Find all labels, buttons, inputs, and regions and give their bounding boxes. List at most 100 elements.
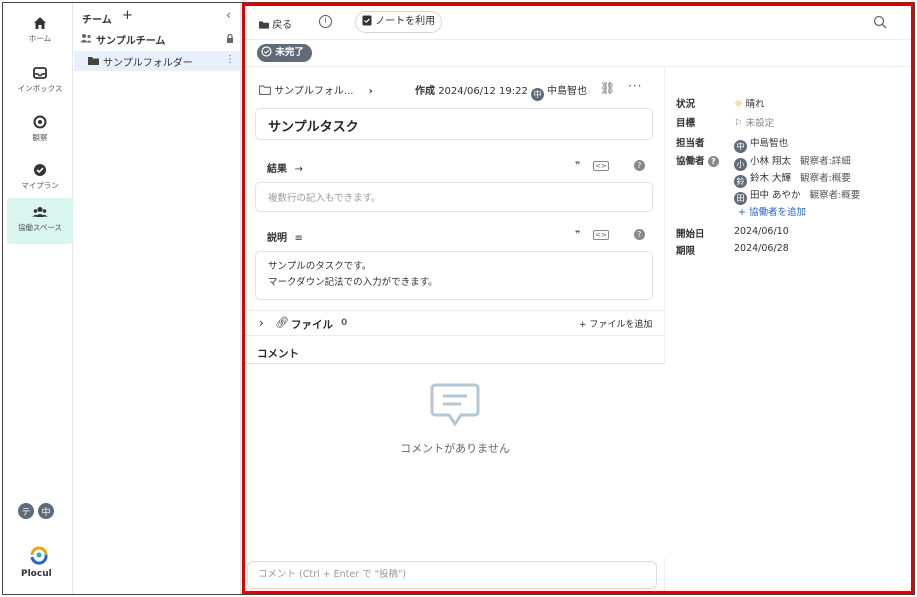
assignee-name: 中島智也 — [750, 138, 789, 149]
created-at: 2024/06/12 19:22 — [438, 86, 528, 97]
comment-input[interactable]: コメント (Ctrl + Enter で "投稿") — [247, 561, 657, 589]
avatar: 中 — [734, 140, 747, 153]
team-name: サンプルチーム — [96, 36, 166, 47]
team-header: チーム — [82, 15, 112, 26]
status-label: 未完了 — [275, 47, 304, 58]
quote-icon[interactable]: ❞ — [575, 161, 580, 171]
nav-myplan-label: マイプラン — [21, 181, 59, 190]
nav-observe-label: 観察 — [32, 133, 48, 142]
nav-inbox[interactable]: インボックス — [7, 59, 73, 105]
add-file-button[interactable]: + ファイルを追加 — [579, 317, 652, 330]
logo-text: Plocul — [21, 569, 52, 579]
task-title[interactable]: サンプルタスク — [255, 108, 653, 140]
check-circle-icon — [34, 164, 46, 176]
code-icon[interactable]: <> — [593, 161, 609, 171]
add-team-button[interactable]: + — [122, 8, 133, 23]
use-note-button[interactable]: ノートを利用 — [355, 11, 443, 33]
nav-myplan[interactable]: マイプラン — [7, 156, 73, 202]
start-prop-label: 開始日 — [676, 229, 705, 240]
info-icon[interactable]: i — [319, 15, 332, 28]
collapse-sidebar-icon[interactable]: ‹ — [226, 8, 231, 22]
desc-line: サンプルのタスクです。 — [268, 261, 372, 272]
result-label: 結果 — [267, 164, 287, 175]
folder-item[interactable]: サンプルフォルダー ⋮ — [74, 51, 240, 71]
comment-icon — [430, 383, 480, 427]
collaborator-row[interactable]: 田田中 あやか 観察者:概要 — [734, 187, 860, 205]
collaborator-row[interactable]: 鈴鈴木 大輝 観察者:概要 — [734, 170, 851, 188]
left-nav: ホーム インボックス 観察 マイプラン 協働スペース テ 中 Plocul — [3, 3, 73, 594]
team-item[interactable]: サンプルチーム — [74, 29, 240, 49]
flag-icon: ⚐ — [734, 118, 743, 129]
nav-home[interactable]: ホーム — [7, 9, 73, 55]
chevron-right-icon: › — [368, 86, 373, 97]
result-field[interactable]: 複数行の記入もできます。 — [255, 182, 653, 212]
note-icon — [362, 15, 372, 26]
add-collaborator-button[interactable]: + 協働者を追加 — [738, 204, 806, 218]
nav-observe[interactable]: 観察 — [7, 108, 73, 154]
logo-icon — [30, 546, 48, 565]
task-content: サンプルフォル... › 作成 2024/06/12 19:22 中中島智也 ⛓… — [245, 68, 665, 591]
help-icon[interactable]: ? — [633, 160, 645, 171]
nav-inbox-label: インボックス — [17, 84, 63, 93]
collaborator-name: 鈴木 大輝 — [750, 173, 792, 184]
check-circle-icon — [261, 46, 272, 57]
goal-prop-label: 目標 — [676, 118, 696, 129]
collaborator-row[interactable]: 小小林 翔太 観察者:詳細 — [734, 153, 851, 171]
team-sidebar: チーム + ‹ サンプルチーム サンプルフォルダー ⋮ — [74, 3, 241, 594]
breadcrumb[interactable]: サンプルフォル... › — [259, 82, 373, 97]
avatar[interactable]: テ — [16, 501, 36, 521]
result-section-label: 結果 → — [267, 160, 303, 175]
link-icon[interactable]: ⛓ — [600, 81, 615, 95]
folder-name: サンプルフォルダー — [103, 58, 193, 69]
chevron-right-icon[interactable]: › — [259, 316, 264, 330]
result-tools: ❞ <> ? — [575, 160, 645, 171]
collaborator-name: 小林 翔太 — [750, 156, 792, 167]
help-icon[interactable]: ? — [707, 156, 719, 167]
collaborator-name: 田中 あやか — [750, 190, 801, 201]
home-icon — [34, 17, 46, 29]
back-label: 戻る — [272, 20, 293, 31]
description-field[interactable]: サンプルのタスクです。 マークダウン記法での入力ができます。 — [255, 251, 653, 300]
desc-label: 説明 — [267, 233, 287, 244]
nav-team-space[interactable]: 協働スペース — [7, 198, 73, 244]
assignee-value[interactable]: 中中島智也 — [734, 135, 788, 153]
quote-icon[interactable]: ❞ — [575, 230, 580, 240]
help-icon[interactable]: ? — [633, 229, 645, 240]
lines-icon: ≡ — [294, 233, 303, 244]
back-button[interactable]: 戻る — [259, 16, 292, 31]
status-prop-label: 状況 — [676, 99, 696, 110]
team-icon — [80, 34, 92, 43]
task-properties: 状況 ☼ 晴れ 目標 ⚐ 未設定 担当者 中中島智也 協働者 ? 小小林 翔太 … — [666, 68, 911, 591]
due-date-value[interactable]: 2024/06/28 — [734, 243, 789, 254]
collaborator-role: 観察者:概要 — [809, 190, 861, 201]
file-section: › 🔗︎ ファイル 0 + ファイルを追加 — [245, 310, 665, 336]
collaborator-role: 観察者:概要 — [800, 173, 851, 184]
code-icon[interactable]: <> — [593, 230, 609, 240]
folder-menu-icon[interactable]: ⋮ — [225, 54, 235, 65]
desc-section-label: 説明 ≡ — [267, 229, 303, 244]
paperclip-icon: 🔗︎ — [275, 316, 289, 329]
start-date-value[interactable]: 2024/06/10 — [734, 226, 789, 237]
more-icon[interactable]: ··· — [628, 79, 642, 93]
goal-prop-value[interactable]: ⚐ 未設定 — [734, 115, 774, 129]
task-detail-panel: 戻る i ノートを利用 未完了 サンプルフォル... › 作成 2024/06/… — [242, 3, 914, 594]
status-chip[interactable]: 未完了 — [257, 44, 312, 62]
inbox-icon — [33, 67, 47, 79]
search-icon[interactable] — [873, 15, 887, 29]
folder-outline-icon — [259, 85, 271, 95]
file-count: 0 — [341, 318, 348, 328]
desc-tools: ❞ <> ? — [575, 229, 645, 240]
created-info: 作成 2024/06/12 19:22 中中島智也 — [415, 82, 587, 101]
use-note-label: ノートを利用 — [375, 16, 436, 27]
empty-comments-text: コメントがありません — [400, 442, 510, 455]
avatar[interactable]: 中 — [36, 501, 56, 521]
status-prop-value[interactable]: ☼ 晴れ — [734, 96, 765, 110]
goal-value: 未設定 — [745, 118, 775, 129]
comment-heading: コメント — [257, 348, 299, 360]
nav-home-label: ホーム — [28, 34, 52, 43]
team-icon — [32, 207, 48, 217]
weather-value: 晴れ — [745, 99, 765, 110]
collaborator-role: 観察者:詳細 — [800, 156, 851, 167]
assignee-prop-label: 担当者 — [676, 138, 705, 149]
sun-icon: ☼ — [734, 99, 743, 110]
